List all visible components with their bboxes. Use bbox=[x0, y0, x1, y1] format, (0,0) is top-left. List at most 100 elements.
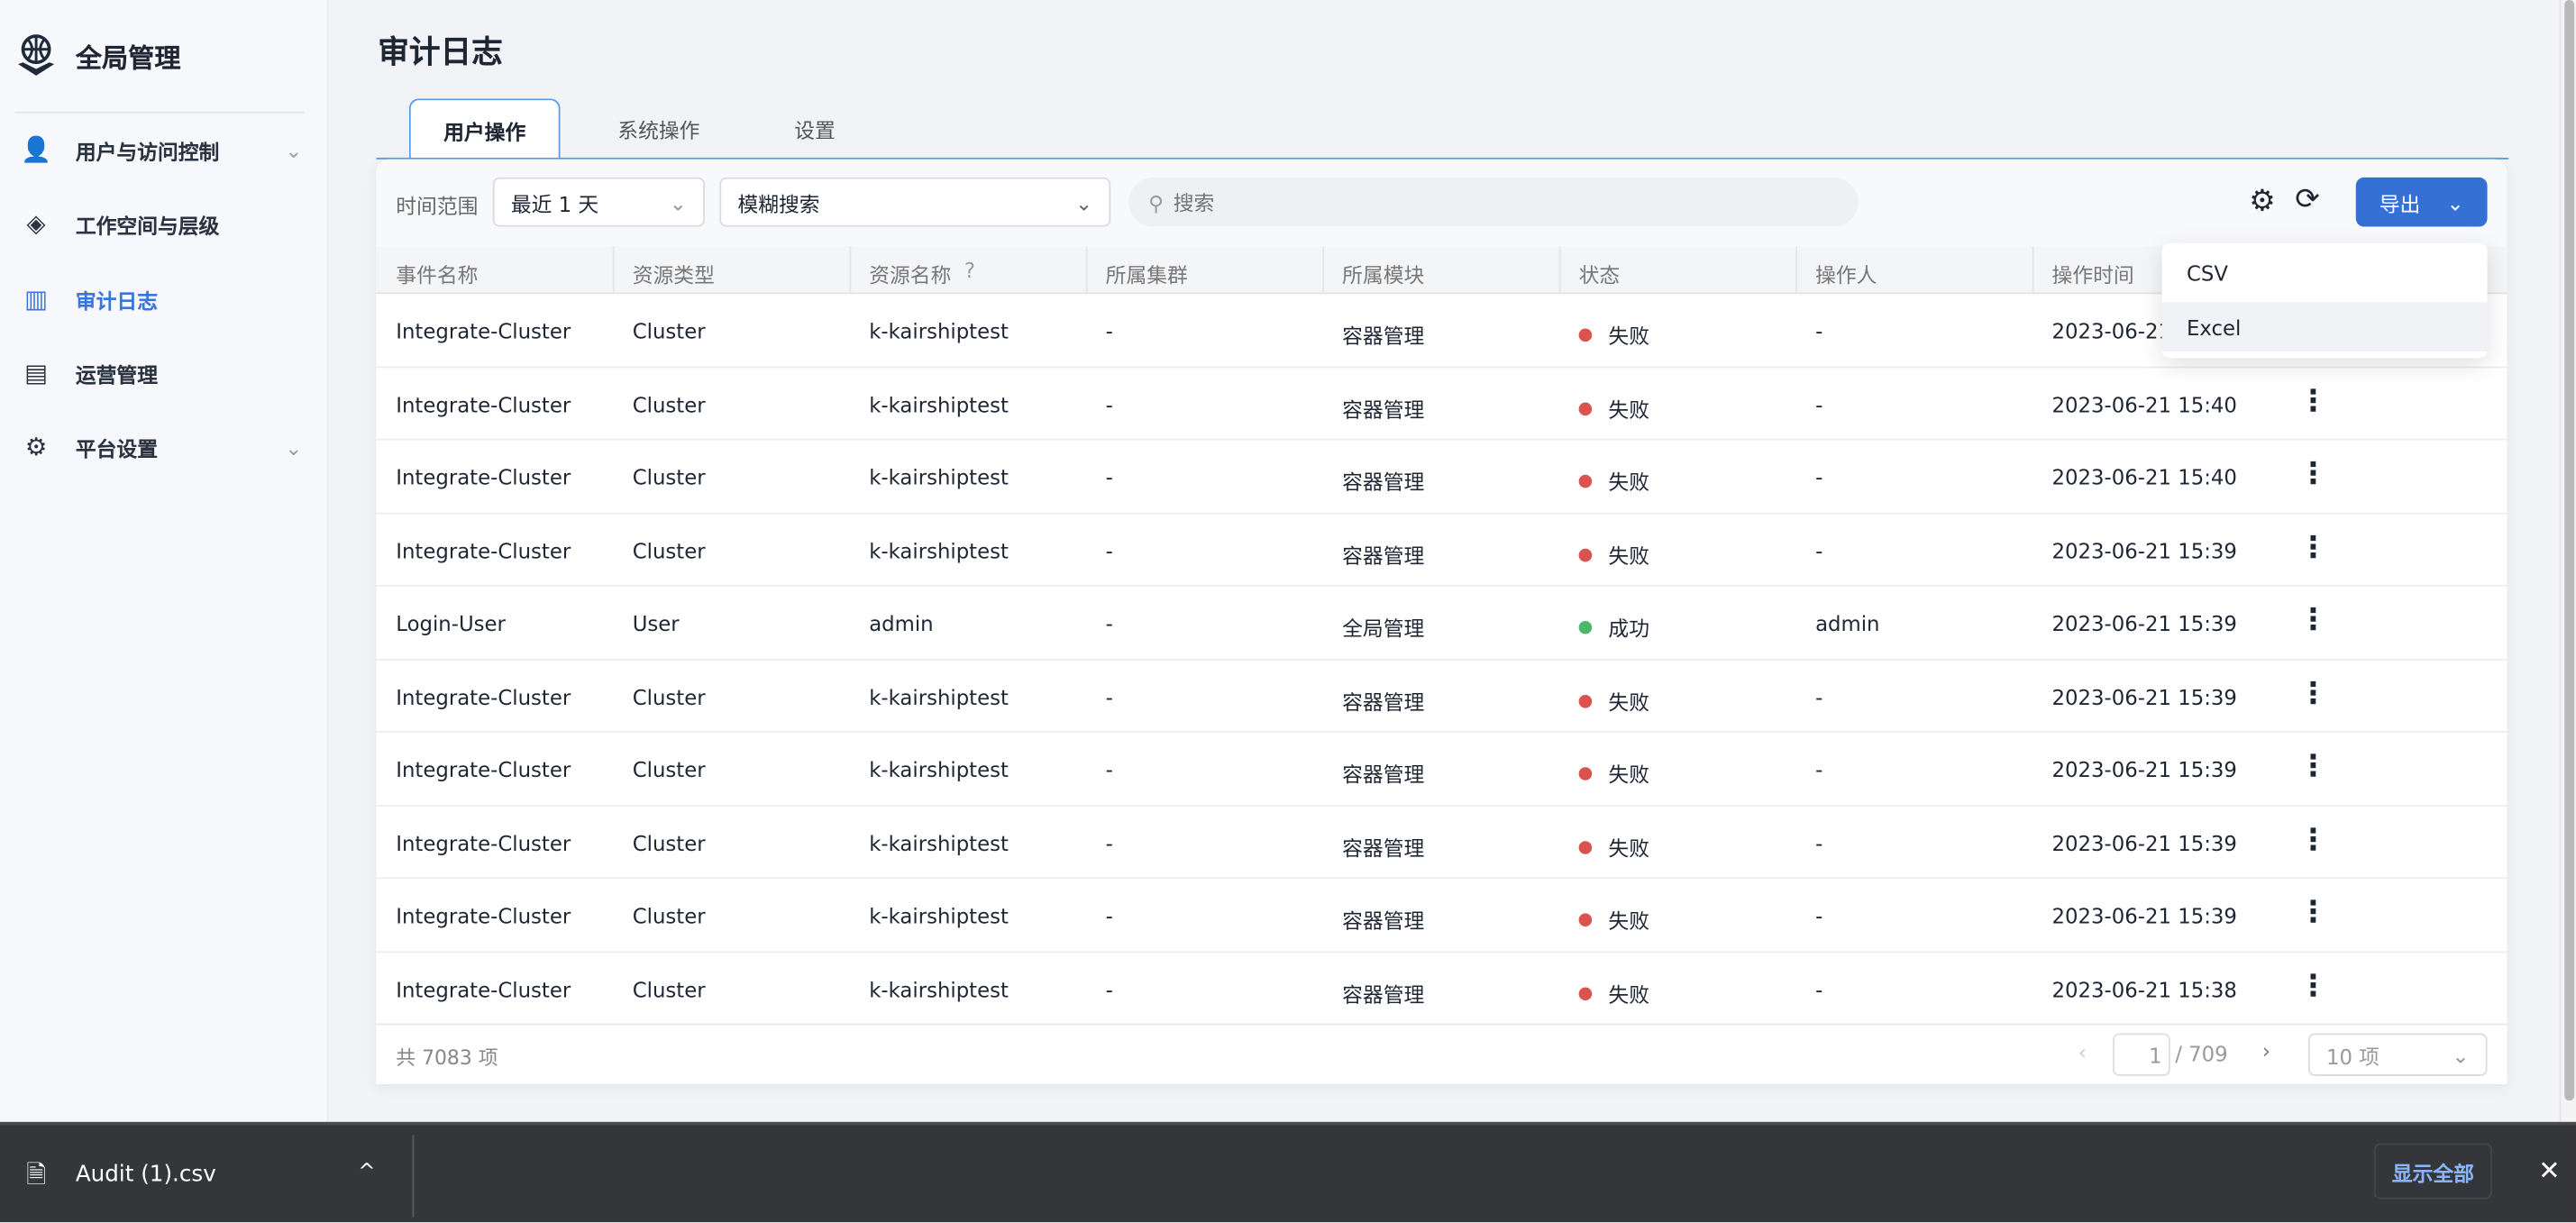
table-cell: Cluster bbox=[633, 757, 706, 781]
table-cell: Integrate-Cluster bbox=[396, 465, 571, 489]
cell-text: 2023-06-21 15:40 bbox=[2051, 391, 2237, 417]
table-cell: - bbox=[1106, 319, 1113, 343]
cell-text: 2023-06-21 15:40 bbox=[2051, 464, 2237, 490]
column-header: 状态 bbox=[1578, 262, 1621, 287]
search-mode-select[interactable]: 模糊搜索 ⌄ bbox=[719, 177, 1111, 227]
export-csv-option[interactable]: CSV bbox=[2162, 248, 2488, 297]
search-input[interactable] bbox=[1173, 189, 1831, 214]
status-dot bbox=[1578, 694, 1593, 707]
chevron-down-icon: ⌄ bbox=[669, 189, 687, 214]
cell-text: Cluster bbox=[632, 903, 706, 928]
tab-system-operations[interactable]: 系统操作 bbox=[593, 98, 725, 159]
help-icon[interactable]: ? bbox=[964, 258, 975, 282]
table-cell: 2023-06-21 15:39 bbox=[2052, 830, 2237, 854]
column-header: 操作时间 bbox=[2051, 262, 2134, 287]
cell-text: - bbox=[1105, 830, 1113, 855]
close-icon[interactable]: ✕ bbox=[2538, 1155, 2560, 1186]
table-cell: 2023-06-21 15:39 bbox=[2052, 684, 2237, 708]
cell-text: 2023-06-21 15:39 bbox=[2051, 684, 2237, 709]
table-cell: Integrate-Cluster bbox=[396, 977, 571, 1001]
cell-text: Integrate-Cluster bbox=[396, 537, 571, 563]
table-cell: 容器管理 bbox=[1342, 757, 1424, 789]
column-divider bbox=[1085, 246, 1088, 295]
cell-text: - bbox=[1815, 464, 1823, 490]
refresh-icon[interactable]: ⟳ bbox=[2295, 182, 2320, 216]
cell-text: 容器管理 bbox=[1342, 762, 1425, 788]
cell-text: 容器管理 bbox=[1342, 397, 1425, 422]
scrollbar[interactable] bbox=[2559, 0, 2576, 1122]
more-actions-icon[interactable]: ⋮ bbox=[2298, 603, 2328, 637]
cell-text: 容器管理 bbox=[1342, 324, 1425, 349]
table-cell: - bbox=[1106, 757, 1113, 781]
cell-text: 2023-06-21 15:39 bbox=[2051, 611, 2237, 636]
next-page-button[interactable]: › bbox=[2262, 1038, 2270, 1063]
export-excel-option[interactable]: Excel bbox=[2161, 302, 2488, 352]
cell-text: 失败 bbox=[1608, 397, 1650, 422]
scrollbar-thumb[interactable] bbox=[2564, 0, 2575, 1101]
tab-settings[interactable]: 设置 bbox=[773, 98, 855, 159]
time-range-label: 时间范围 bbox=[396, 194, 479, 219]
sidebar-item-0[interactable]: 👤 用户与访问控制 ⌄ bbox=[20, 125, 309, 175]
cell-text: k-kairshiptest bbox=[869, 318, 1009, 343]
cell-text: admin bbox=[1815, 611, 1880, 636]
pagination-footer: 共 7083 项 ‹ 1 / 709 › 10 项 ⌄ bbox=[376, 1023, 2507, 1084]
sidebar-item-4[interactable]: ⚙ 平台设置 ⌄ bbox=[20, 422, 309, 471]
table-cell: Integrate-Cluster bbox=[396, 757, 571, 781]
table-cell: - bbox=[1106, 465, 1113, 489]
cell-text: 2023-06-21 15:39 bbox=[2051, 830, 2237, 855]
table-cell: - bbox=[1106, 392, 1113, 416]
column-divider bbox=[849, 246, 852, 295]
table-cell: 容器管理 bbox=[1342, 830, 1424, 862]
sidebar-item-1[interactable]: ◈ 工作空间与层级 bbox=[20, 199, 309, 249]
more-actions-icon[interactable]: ⋮ bbox=[2298, 530, 2328, 564]
more-actions-icon[interactable]: ⋮ bbox=[2298, 968, 2328, 1002]
table-cell: User bbox=[633, 611, 680, 635]
table-cell: Integrate-Cluster bbox=[396, 903, 571, 927]
more-actions-icon[interactable]: ⋮ bbox=[2298, 676, 2328, 710]
search-box[interactable]: ⚲ bbox=[1128, 177, 1859, 227]
cell-text: 失败 bbox=[1608, 543, 1650, 568]
more-actions-icon[interactable]: ⋮ bbox=[2298, 895, 2328, 929]
tab-user-operations[interactable]: 用户操作 bbox=[408, 98, 561, 160]
table-cell: k-kairshiptest bbox=[869, 903, 1009, 927]
sidebar-item-2[interactable]: ▥ 审计日志 bbox=[20, 274, 309, 324]
more-actions-icon[interactable]: ⋮ bbox=[2298, 384, 2328, 418]
download-file-name[interactable]: Audit (1).csv bbox=[76, 1162, 216, 1188]
globe-logo-icon bbox=[18, 34, 55, 76]
table-cell: Integrate-Cluster bbox=[396, 392, 571, 416]
table-cell: - bbox=[1106, 611, 1113, 635]
table-cell: - bbox=[1815, 465, 1822, 489]
page-number-input[interactable]: 1 bbox=[2112, 1033, 2170, 1076]
table-cell: Integrate-Cluster bbox=[396, 684, 571, 708]
table-cell: 失败 bbox=[1578, 538, 1650, 570]
more-actions-icon[interactable]: ⋮ bbox=[2298, 822, 2328, 856]
cell-text: 2023-06-21 15:38 bbox=[2051, 976, 2237, 1001]
cell-text: k-kairshiptest bbox=[869, 391, 1009, 417]
cell-text: - bbox=[1105, 757, 1113, 782]
settings-gear-icon[interactable]: ⚙ bbox=[2249, 184, 2275, 218]
cell-text: Cluster bbox=[632, 391, 706, 417]
more-actions-icon[interactable]: ⋮ bbox=[2298, 749, 2328, 783]
cell-text: Integrate-Cluster bbox=[396, 684, 571, 709]
table-cell: 失败 bbox=[1578, 319, 1649, 351]
cell-text: k-kairshiptest bbox=[869, 464, 1009, 490]
more-actions-icon[interactable]: ⋮ bbox=[2298, 457, 2328, 491]
table-cell: Login-User bbox=[396, 611, 506, 635]
page-size-select[interactable]: 10 项 ⌄ bbox=[2307, 1033, 2488, 1076]
column-header: 资源类型 bbox=[632, 262, 715, 287]
table-cell: - bbox=[1815, 903, 1822, 927]
cell-text: k-kairshiptest bbox=[869, 684, 1009, 709]
table-cell: 失败 bbox=[1578, 830, 1649, 862]
export-button[interactable]: 导出 ⌄ bbox=[2355, 177, 2488, 227]
cell-text: 失败 bbox=[1608, 689, 1650, 714]
table-row: Integrate-Cluster Cluster k-kairshiptest - 容… bbox=[376, 660, 2507, 733]
table-cell: Cluster bbox=[633, 684, 706, 708]
table-cell: 2023-06-21 15:39 bbox=[2052, 611, 2237, 635]
sidebar-item-3[interactable]: ▤ 运营管理 bbox=[20, 348, 309, 397]
total-count: 共 7083 项 bbox=[396, 1046, 498, 1070]
show-all-button[interactable]: 显示全部 bbox=[2373, 1143, 2493, 1200]
chevron-up-icon[interactable]: ^ bbox=[358, 1158, 375, 1182]
time-range-select[interactable]: 最近 1 天 ⌄ bbox=[492, 177, 705, 227]
cell-text: - bbox=[1815, 830, 1823, 855]
prev-page-button[interactable]: ‹ bbox=[2078, 1040, 2087, 1064]
